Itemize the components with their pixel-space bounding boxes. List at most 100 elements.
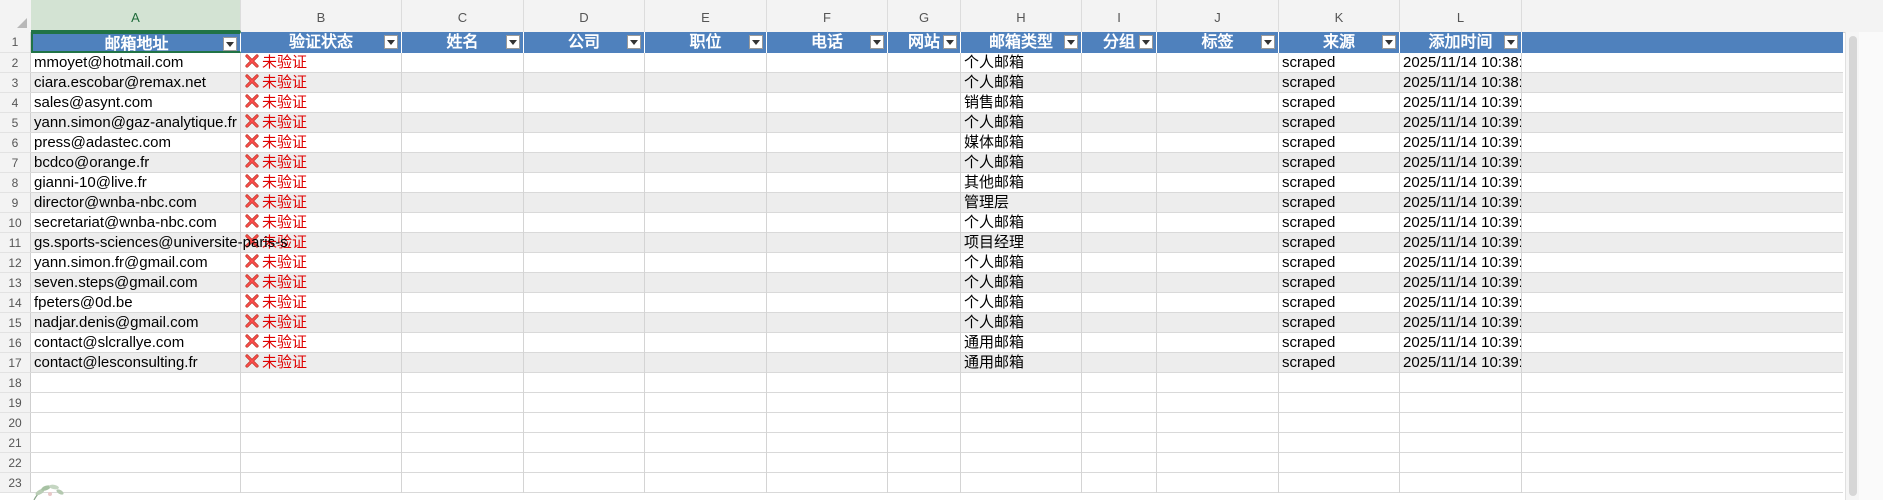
source-cell[interactable]: scraped: [1279, 173, 1400, 193]
row-number[interactable]: 3: [0, 73, 31, 93]
email-type-cell[interactable]: 通用邮箱: [961, 353, 1082, 373]
empty-cell[interactable]: [888, 193, 961, 213]
cell[interactable]: 未验证: [241, 313, 402, 333]
email-cell[interactable]: press@adastec.com: [31, 133, 241, 153]
email-type-cell[interactable]: 个人邮箱: [961, 273, 1082, 293]
cell[interactable]: 未验证: [241, 93, 402, 113]
empty-cell[interactable]: [645, 473, 767, 493]
filter-dropdown-button[interactable]: [870, 35, 884, 49]
empty-cell[interactable]: [524, 413, 645, 433]
empty-cell[interactable]: [524, 313, 645, 333]
empty-cell[interactable]: [524, 153, 645, 173]
empty-cell[interactable]: [767, 353, 888, 373]
empty-cell[interactable]: [888, 413, 961, 433]
empty-cell[interactable]: [402, 473, 524, 493]
row-number[interactable]: 21: [0, 433, 31, 453]
row-number[interactable]: 4: [0, 93, 31, 113]
empty-cell[interactable]: [402, 273, 524, 293]
empty-cell[interactable]: [1279, 393, 1400, 413]
added-time-cell[interactable]: 2025/11/14 10:39:58: [1400, 133, 1522, 153]
empty-cell[interactable]: [888, 93, 961, 113]
empty-cell[interactable]: [31, 453, 241, 473]
empty-cell[interactable]: [1157, 113, 1279, 133]
empty-cell[interactable]: [645, 313, 767, 333]
email-type-cell[interactable]: 个人邮箱: [961, 153, 1082, 173]
cell[interactable]: 未验证: [241, 353, 402, 373]
filter-dropdown-button[interactable]: [1064, 35, 1078, 49]
column-letter-d[interactable]: D: [524, 0, 645, 32]
empty-cell[interactable]: [645, 193, 767, 213]
empty-cell[interactable]: [888, 353, 961, 373]
empty-cell[interactable]: [402, 233, 524, 253]
empty-cell[interactable]: [767, 213, 888, 233]
empty-cell[interactable]: [767, 293, 888, 313]
empty-cell[interactable]: [241, 473, 402, 493]
email-type-cell[interactable]: 个人邮箱: [961, 53, 1082, 73]
empty-cell[interactable]: [1082, 53, 1157, 73]
filter-dropdown-button[interactable]: [1139, 35, 1153, 49]
empty-cell[interactable]: [767, 53, 888, 73]
source-cell[interactable]: scraped: [1279, 133, 1400, 153]
column-letter-b[interactable]: B: [241, 0, 402, 32]
row-number[interactable]: 5: [0, 113, 31, 133]
empty-cell[interactable]: [1279, 413, 1400, 433]
empty-cell[interactable]: [1157, 333, 1279, 353]
added-time-cell[interactable]: 2025/11/14 10:39:58: [1400, 293, 1522, 313]
source-cell[interactable]: scraped: [1279, 53, 1400, 73]
table-header-cell[interactable]: 分组: [1082, 32, 1157, 53]
empty-cell[interactable]: [767, 253, 888, 273]
column-letter-f[interactable]: F: [767, 0, 888, 32]
email-cell[interactable]: yann.simon.fr@gmail.com: [31, 253, 241, 273]
cell[interactable]: 未验证: [241, 53, 402, 73]
cell[interactable]: 未验证: [241, 153, 402, 173]
empty-cell[interactable]: [524, 453, 645, 473]
empty-cell[interactable]: [402, 293, 524, 313]
empty-cell[interactable]: [767, 93, 888, 113]
empty-cell[interactable]: [1279, 373, 1400, 393]
empty-cell[interactable]: [1157, 53, 1279, 73]
source-cell[interactable]: scraped: [1279, 193, 1400, 213]
empty-cell[interactable]: [402, 393, 524, 413]
vertical-scrollbar[interactable]: [1845, 32, 1860, 500]
empty-cell[interactable]: [645, 213, 767, 233]
empty-cell[interactable]: [1082, 393, 1157, 413]
row-number[interactable]: 8: [0, 173, 31, 193]
empty-cell[interactable]: [888, 253, 961, 273]
source-cell[interactable]: scraped: [1279, 313, 1400, 333]
empty-cell[interactable]: [1157, 213, 1279, 233]
empty-cell[interactable]: [1157, 413, 1279, 433]
empty-cell[interactable]: [767, 433, 888, 453]
email-type-cell[interactable]: 个人邮箱: [961, 253, 1082, 273]
added-time-cell[interactable]: 2025/11/14 10:39:58: [1400, 193, 1522, 213]
empty-cell[interactable]: [1082, 413, 1157, 433]
empty-cell[interactable]: [888, 113, 961, 133]
added-time-cell[interactable]: 2025/11/14 10:39:58: [1400, 233, 1522, 253]
cell[interactable]: 未验证: [241, 173, 402, 193]
empty-cell[interactable]: [1400, 433, 1522, 453]
empty-cell[interactable]: [888, 293, 961, 313]
empty-cell[interactable]: [645, 333, 767, 353]
empty-cell[interactable]: [402, 93, 524, 113]
email-cell[interactable]: contact@slcrallye.com: [31, 333, 241, 353]
empty-cell[interactable]: [1157, 193, 1279, 213]
empty-cell[interactable]: [402, 53, 524, 73]
empty-cell[interactable]: [1082, 313, 1157, 333]
column-letter-j[interactable]: J: [1157, 0, 1279, 32]
cell[interactable]: 未验证: [241, 133, 402, 153]
email-cell[interactable]: nadjar.denis@gmail.com: [31, 313, 241, 333]
empty-cell[interactable]: [1157, 453, 1279, 473]
empty-cell[interactable]: [1082, 293, 1157, 313]
empty-cell[interactable]: [1082, 173, 1157, 193]
email-type-cell[interactable]: 通用邮箱: [961, 333, 1082, 353]
column-letter-g[interactable]: G: [888, 0, 961, 32]
scrollbar-thumb[interactable]: [1849, 36, 1857, 496]
email-cell[interactable]: gianni-10@live.fr: [31, 173, 241, 193]
empty-cell[interactable]: [888, 73, 961, 93]
cell[interactable]: 未验证: [241, 213, 402, 233]
empty-cell[interactable]: [524, 333, 645, 353]
empty-cell[interactable]: [402, 213, 524, 233]
filter-dropdown-button[interactable]: [1261, 35, 1275, 49]
empty-cell[interactable]: [767, 413, 888, 433]
added-time-cell[interactable]: 2025/11/14 10:39:58: [1400, 273, 1522, 293]
added-time-cell[interactable]: 2025/11/14 10:39:58: [1400, 253, 1522, 273]
